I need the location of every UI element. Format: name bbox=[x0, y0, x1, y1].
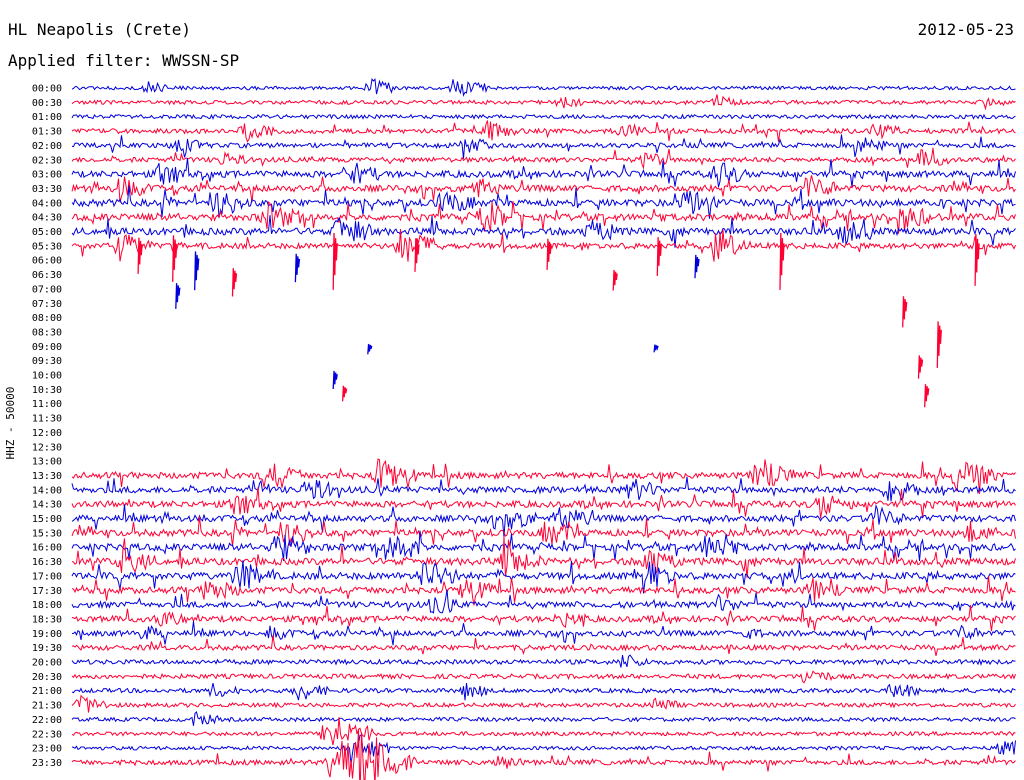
trace-row bbox=[71, 730, 1016, 780]
trace-row bbox=[71, 670, 1016, 684]
row-time-label: 12:00 bbox=[32, 428, 62, 439]
row-time-label: 21:00 bbox=[32, 686, 62, 697]
trace-row bbox=[71, 147, 1016, 170]
row-time-label: 13:00 bbox=[32, 457, 62, 468]
trace-row bbox=[71, 134, 1016, 159]
trace-row bbox=[71, 621, 1016, 646]
row-time-label: 00:30 bbox=[32, 98, 62, 109]
row-time-label: 13:30 bbox=[32, 471, 62, 482]
row-time-label: 20:30 bbox=[32, 672, 62, 683]
time-axis-labels: 00:00 00:30 01:00 01:30 02:00 02:30 03:00 03:30… bbox=[32, 84, 62, 769]
row-time-label: 17:00 bbox=[32, 571, 62, 582]
row-time-label: 08:30 bbox=[32, 327, 62, 338]
row-time-label: 16:30 bbox=[32, 557, 62, 568]
seismic-spike bbox=[175, 283, 181, 309]
row-time-label: 19:00 bbox=[32, 629, 62, 640]
trace-row bbox=[71, 516, 1016, 547]
row-time-label: 09:00 bbox=[32, 342, 62, 353]
row-time-label: 04:00 bbox=[32, 198, 62, 209]
row-time-label: 03:30 bbox=[32, 184, 62, 195]
row-time-label: 05:30 bbox=[32, 241, 62, 252]
seismogram-spikes bbox=[137, 232, 980, 408]
row-time-label: 15:30 bbox=[32, 528, 62, 539]
trace-row bbox=[71, 120, 1016, 143]
row-time-label: 02:00 bbox=[32, 141, 62, 152]
trace-row bbox=[71, 476, 1016, 502]
seismic-spike bbox=[653, 344, 659, 353]
row-time-label: 02:30 bbox=[32, 155, 62, 166]
trace-row bbox=[71, 229, 1016, 262]
seismic-spike bbox=[367, 343, 373, 355]
trace-row bbox=[71, 694, 1016, 713]
row-time-label: 19:30 bbox=[32, 643, 62, 654]
row-time-label: 17:30 bbox=[32, 586, 62, 597]
seismic-spike bbox=[294, 253, 301, 283]
seismic-spike bbox=[936, 321, 942, 368]
seismic-spike bbox=[924, 384, 930, 408]
seismic-spike bbox=[656, 237, 662, 276]
seismic-spike bbox=[902, 296, 908, 328]
seismic-spike bbox=[341, 385, 348, 402]
row-time-label: 10:30 bbox=[32, 385, 62, 396]
row-time-label: 18:30 bbox=[32, 614, 62, 625]
row-time-label: 20:00 bbox=[32, 658, 62, 669]
row-time-label: 03:00 bbox=[32, 170, 62, 181]
row-time-label: 10:00 bbox=[32, 371, 62, 382]
trace-row bbox=[71, 575, 1016, 606]
row-time-label: 18:00 bbox=[32, 600, 62, 611]
seismic-spike bbox=[231, 268, 238, 297]
row-time-label: 08:00 bbox=[32, 313, 62, 324]
seismic-spike bbox=[917, 355, 924, 379]
row-time-label: 01:00 bbox=[32, 112, 62, 123]
row-time-label: 12:30 bbox=[32, 442, 62, 453]
trace-row bbox=[71, 711, 1016, 726]
row-time-label: 15:00 bbox=[32, 514, 62, 525]
row-time-label: 16:00 bbox=[32, 543, 62, 554]
seismic-spike bbox=[172, 235, 178, 282]
helicorder-chart: 00:00 00:30 01:00 01:30 02:00 02:30 03:00 03:30… bbox=[32, 78, 1016, 780]
seismic-spike bbox=[694, 254, 700, 279]
row-time-label: 14:00 bbox=[32, 485, 62, 496]
row-time-label: 14:30 bbox=[32, 500, 62, 511]
trace-row bbox=[71, 734, 1016, 765]
trace-row bbox=[71, 635, 1016, 657]
trace-row bbox=[71, 654, 1016, 668]
trace-row bbox=[71, 185, 1016, 219]
trace-row bbox=[71, 487, 1016, 519]
trace-row bbox=[71, 589, 1016, 614]
row-time-label: 05:00 bbox=[32, 227, 62, 238]
row-time-label: 07:00 bbox=[32, 284, 62, 295]
trace-row bbox=[71, 682, 1016, 701]
row-time-label: 11:30 bbox=[32, 414, 62, 425]
row-time-label: 06:00 bbox=[32, 256, 62, 267]
trace-row bbox=[71, 94, 1016, 111]
seismic-spike bbox=[332, 232, 338, 290]
seismic-spike bbox=[137, 237, 143, 274]
seismic-spike bbox=[332, 370, 338, 390]
seismic-spike bbox=[779, 232, 785, 290]
trace-row bbox=[71, 536, 1016, 578]
row-time-label: 22:30 bbox=[32, 729, 62, 740]
row-time-label: 01:30 bbox=[32, 127, 62, 138]
seismic-spike bbox=[612, 269, 618, 291]
row-time-label: 00:00 bbox=[32, 84, 62, 95]
row-time-label: 23:00 bbox=[32, 744, 62, 755]
trace-row bbox=[71, 175, 1016, 203]
seismogram-traces bbox=[71, 78, 1016, 780]
row-time-label: 23:30 bbox=[32, 758, 62, 769]
row-time-label: 11:00 bbox=[32, 399, 62, 410]
seismic-spike bbox=[974, 234, 980, 286]
row-time-label: 21:30 bbox=[32, 701, 62, 712]
trace-row bbox=[71, 605, 1016, 632]
row-time-label: 06:30 bbox=[32, 270, 62, 281]
trace-row bbox=[71, 78, 1016, 97]
row-time-label: 04:30 bbox=[32, 213, 62, 224]
seismic-spike bbox=[194, 251, 200, 291]
row-time-label: 22:00 bbox=[32, 715, 62, 726]
trace-row bbox=[71, 113, 1016, 120]
row-time-label: 07:30 bbox=[32, 299, 62, 310]
row-time-label: 09:30 bbox=[32, 356, 62, 367]
